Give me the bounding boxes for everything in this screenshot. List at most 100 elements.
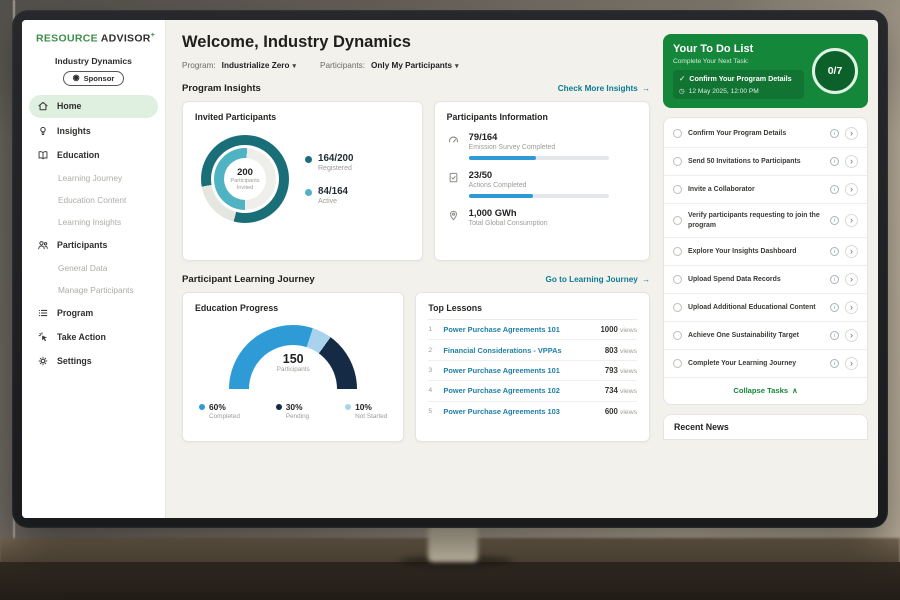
task-checkbox[interactable] [673, 303, 682, 312]
check-more-insights-link[interactable]: Check More Insights → [558, 84, 650, 93]
legend-item-not-started: 10% Not Started [345, 402, 387, 420]
sponsor-badge-label: Sponsor [84, 74, 115, 83]
task-row-explore-insights[interactable]: Explore Your Insights Dashboard i › [664, 238, 867, 266]
dashboard-screen: RESOURCE ADVISOR+ Industry Dynamics ◉ Sp… [22, 20, 878, 518]
actions-progress-bar [469, 194, 609, 198]
settings-gear-icon [37, 355, 49, 367]
info-icon[interactable]: i [830, 331, 839, 340]
card-title: Education Progress [195, 303, 391, 313]
participants-filter-dropdown[interactable]: Only My Participants ▾ [371, 61, 459, 70]
task-row-send-invitations[interactable]: Send 50 Invitations to Participants i › [664, 148, 867, 176]
info-icon[interactable]: i [830, 247, 839, 256]
task-row-confirm-program[interactable]: Confirm Your Program Details i › [664, 120, 867, 148]
chevron-right-icon[interactable]: › [845, 214, 858, 227]
recent-news-card[interactable]: Recent News [663, 414, 868, 440]
chevron-right-icon[interactable]: › [845, 127, 858, 140]
donut-center-value: 200 [237, 167, 253, 178]
sidebar-item-education[interactable]: Education [22, 143, 165, 167]
lesson-row[interactable]: 2 Financial Considerations - VPPAs 803 v… [428, 340, 637, 360]
education-icon [37, 149, 49, 161]
education-gauge-chart: 150 Participants [229, 325, 357, 389]
sidebar-item-settings[interactable]: Settings [22, 349, 165, 373]
gauge-center-label: Participants [229, 366, 357, 373]
sidebar-nav: Home Insights Education Learning Journey… [22, 95, 165, 373]
sidebar-item-label: Home [57, 101, 81, 111]
lesson-row[interactable]: 5 Power Purchase Agreements 103 600 view… [428, 402, 637, 421]
task-checkbox[interactable] [673, 275, 682, 284]
clock-icon: ◷ [679, 87, 685, 95]
card-title: Top Lessons [428, 303, 637, 320]
collapse-tasks-link[interactable]: Collapse Tasks ∧ [664, 378, 867, 402]
sidebar-item-label: Take Action [57, 332, 106, 342]
sidebar-item-home[interactable]: Home [29, 95, 158, 118]
task-row-upload-educational-content[interactable]: Upload Additional Educational Content i … [664, 294, 867, 322]
logo-advisor: ADVISOR [101, 33, 151, 45]
lesson-row[interactable]: 3 Power Purchase Agreements 101 793 view… [428, 361, 637, 381]
chevron-right-icon[interactable]: › [845, 155, 858, 168]
todo-progress-value: 0/7 [828, 65, 843, 77]
task-row-invite-collaborator[interactable]: Invite a Collaborator i › [664, 176, 867, 204]
sidebar-item-learning-journey[interactable]: Learning Journey [22, 167, 165, 189]
sidebar-item-program[interactable]: Program [22, 301, 165, 325]
task-checkbox[interactable] [673, 331, 682, 340]
lesson-row[interactable]: 1 Power Purchase Agreements 101 1000 vie… [428, 320, 637, 340]
emission-progress-bar [469, 156, 609, 160]
sidebar-item-insights[interactable]: Insights [22, 119, 165, 143]
next-task-chip[interactable]: ✓ Confirm Your Program Details ◷ 12 May … [673, 70, 804, 99]
chevron-right-icon[interactable]: › [845, 245, 858, 258]
chevron-right-icon[interactable]: › [845, 329, 858, 342]
insights-cards-row: Invited Participants 200 Participants In… [182, 101, 650, 261]
info-icon[interactable]: i [830, 359, 839, 368]
sponsor-badge[interactable]: ◉ Sponsor [63, 71, 125, 86]
task-checkbox[interactable] [673, 359, 682, 368]
task-checkbox[interactable] [673, 157, 682, 166]
monitor-bezel: RESOURCE ADVISOR+ Industry Dynamics ◉ Sp… [12, 10, 888, 528]
recent-news-title: Recent News [674, 422, 729, 432]
task-row-verify-participants[interactable]: Verify participants requesting to join t… [664, 204, 867, 238]
invited-donut-chart: 200 Participants Invited [201, 135, 289, 223]
sidebar-item-take-action[interactable]: Take Action [22, 325, 165, 349]
lesson-link[interactable]: Power Purchase Agreements 101 [443, 366, 597, 375]
sidebar-item-learning-insights[interactable]: Learning Insights [22, 211, 165, 233]
completed-dot-icon [199, 404, 205, 410]
program-filter-dropdown[interactable]: Industrialize Zero ▾ [222, 61, 296, 70]
sidebar-item-label: Program [57, 308, 93, 318]
lesson-link[interactable]: Power Purchase Agreements 102 [443, 386, 597, 395]
task-checkbox[interactable] [673, 129, 682, 138]
chevron-right-icon[interactable]: › [845, 273, 858, 286]
info-icon[interactable]: i [830, 216, 839, 225]
arrow-right-icon: → [642, 275, 650, 284]
go-to-learning-journey-link[interactable]: Go to Learning Journey → [545, 275, 650, 284]
learning-journey-header: Participant Learning Journey Go to Learn… [182, 274, 650, 285]
info-icon[interactable]: i [830, 303, 839, 312]
participants-information-card: Participants Information 79/164 Emission… [434, 101, 650, 261]
sponsor-icon: ◉ [73, 74, 80, 82]
lesson-link[interactable]: Power Purchase Agreements 103 [443, 407, 597, 416]
task-row-achieve-target[interactable]: Achieve One Sustainability Target i › [664, 322, 867, 350]
info-icon[interactable]: i [830, 275, 839, 284]
chevron-right-icon[interactable]: › [845, 183, 858, 196]
task-row-complete-learning-journey[interactable]: Complete Your Learning Journey i › [664, 350, 867, 378]
sidebar-item-general-data[interactable]: General Data [22, 257, 165, 279]
task-checkbox[interactable] [673, 216, 682, 225]
lesson-row[interactable]: 4 Power Purchase Agreements 102 734 view… [428, 381, 637, 401]
sidebar-item-label: Participants [57, 240, 107, 250]
card-title: Participants Information [447, 112, 637, 122]
sidebar: RESOURCE ADVISOR+ Industry Dynamics ◉ Sp… [22, 20, 166, 518]
todo-title: Your To Do List [673, 43, 804, 55]
consumption-row: 1,000 GWh Total Global Consumption [447, 207, 637, 227]
task-row-upload-spend-data[interactable]: Upload Spend Data Records i › [664, 266, 867, 294]
chevron-right-icon[interactable]: › [845, 301, 858, 314]
lesson-link[interactable]: Power Purchase Agreements 101 [443, 325, 593, 334]
task-checkbox[interactable] [673, 247, 682, 256]
todo-task-list: Confirm Your Program Details i › Send 50… [663, 117, 868, 405]
info-icon[interactable]: i [830, 129, 839, 138]
task-checkbox[interactable] [673, 185, 682, 194]
sidebar-item-participants[interactable]: Participants [22, 233, 165, 257]
info-icon[interactable]: i [830, 185, 839, 194]
lesson-link[interactable]: Financial Considerations - VPPAs [443, 346, 597, 355]
sidebar-item-manage-participants[interactable]: Manage Participants [22, 279, 165, 301]
sidebar-item-education-content[interactable]: Education Content [22, 189, 165, 211]
chevron-right-icon[interactable]: › [845, 357, 858, 370]
info-icon[interactable]: i [830, 157, 839, 166]
